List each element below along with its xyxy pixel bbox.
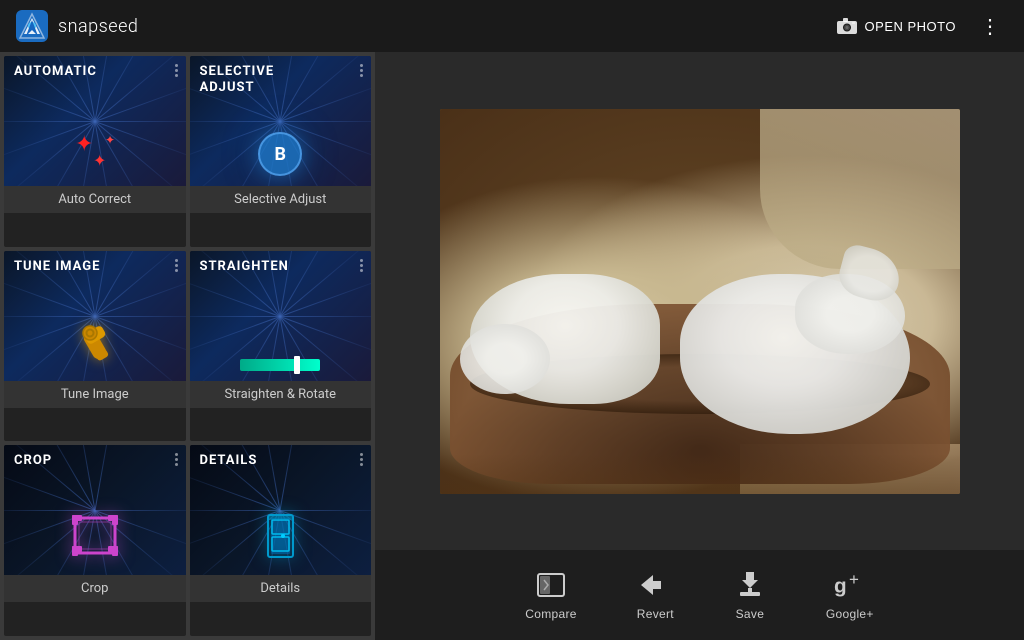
compare-button[interactable]: Compare [525, 569, 576, 621]
details-door-icon [253, 510, 308, 565]
revert-icon-svg [639, 571, 671, 599]
tool-card-selective-adjust[interactable]: SELECTIVE ADJUST B Selective Adjust [190, 56, 372, 247]
selective-b-icon-area: B [190, 132, 372, 176]
straighten-label: STRAIGHTEN [200, 259, 289, 275]
details-label: DETAILS [200, 453, 258, 469]
svg-text:g: g [834, 575, 847, 598]
tune-image-label: TUNE IMAGE [14, 259, 100, 275]
google-plus-label: Google+ [826, 607, 874, 621]
revert-button[interactable]: Revert [637, 569, 674, 621]
page-indicator [175, 453, 178, 466]
wrench-icon-area [4, 316, 186, 371]
tools-sidebar: AUTOMATIC ✦ ✦ ✦ Auto Correct [0, 52, 375, 640]
auto-correct-name: Auto Correct [4, 186, 186, 213]
details-name: Details [190, 575, 372, 602]
compare-icon-svg [536, 572, 566, 598]
tool-card-auto-correct[interactable]: AUTOMATIC ✦ ✦ ✦ Auto Correct [4, 56, 186, 247]
main-content: AUTOMATIC ✦ ✦ ✦ Auto Correct [0, 52, 1024, 640]
compare-icon [535, 569, 567, 601]
save-button[interactable]: Save [734, 569, 766, 621]
more-icon: ⋮ [980, 16, 1000, 38]
level-icon-area [190, 359, 372, 371]
photo-background [440, 109, 960, 494]
svg-text:+: + [849, 571, 859, 589]
tool-card-crop[interactable]: CROP [4, 445, 186, 636]
page-indicator [360, 453, 363, 466]
straighten-name: Straighten & Rotate [190, 381, 372, 408]
tool-card-tune-image[interactable]: TUNE IMAGE [4, 251, 186, 442]
crop-icon-area [4, 510, 186, 565]
selective-adjust-label: SELECTIVE ADJUST [200, 64, 275, 95]
more-menu-button[interactable]: ⋮ [972, 10, 1008, 43]
selective-adjust-name: Selective Adjust [190, 186, 372, 213]
level-bar [240, 359, 320, 371]
camera-icon [837, 18, 857, 34]
app-title: snapseed [58, 16, 138, 37]
google-plus-icon-svg: g + [834, 571, 866, 599]
wrench-icon [60, 316, 130, 371]
revert-label: Revert [637, 607, 674, 621]
tune-image-name: Tune Image [4, 381, 186, 408]
tool-card-details[interactable]: DETAILS [190, 445, 372, 636]
svg-text:✦: ✦ [93, 151, 106, 170]
auto-correct-label: AUTOMATIC [14, 64, 97, 80]
photo-frame [440, 109, 960, 494]
google-plus-icon: g + [834, 569, 866, 601]
open-photo-label: OPEN PHOTO [865, 19, 956, 34]
crop-label: CROP [14, 453, 52, 469]
stars-icon: ✦ ✦ ✦ [55, 116, 135, 176]
header-right: OPEN PHOTO ⋮ [837, 10, 1008, 43]
svg-text:✦: ✦ [75, 132, 93, 157]
svg-text:✦: ✦ [105, 133, 115, 147]
selective-b-icon: B [258, 132, 302, 176]
page-indicator [360, 259, 363, 272]
page-indicator [175, 64, 178, 77]
header: snapseed OPEN PHOTO ⋮ [0, 0, 1024, 52]
header-left: snapseed [16, 10, 138, 42]
snapseed-logo-icon [16, 10, 48, 42]
crop-icon [65, 510, 125, 565]
save-label: Save [736, 607, 765, 621]
photo-canvas [440, 109, 960, 494]
photo-area [375, 52, 1024, 550]
right-panel: Compare Revert [375, 52, 1024, 640]
details-icon-area [190, 510, 372, 565]
page-indicator [175, 259, 178, 272]
save-icon-svg [736, 570, 764, 600]
save-icon [734, 569, 766, 601]
compare-label: Compare [525, 607, 576, 621]
crop-name: Crop [4, 575, 186, 602]
revert-icon [639, 569, 671, 601]
open-photo-button[interactable]: OPEN PHOTO [837, 18, 956, 34]
bottom-toolbar: Compare Revert [375, 550, 1024, 640]
page-indicator [360, 64, 363, 77]
tool-card-straighten[interactable]: STRAIGHTEN Straighten & Rotate [190, 251, 372, 442]
google-plus-button[interactable]: g + Google+ [826, 569, 874, 621]
auto-correct-icon-area: ✦ ✦ ✦ [4, 116, 186, 176]
